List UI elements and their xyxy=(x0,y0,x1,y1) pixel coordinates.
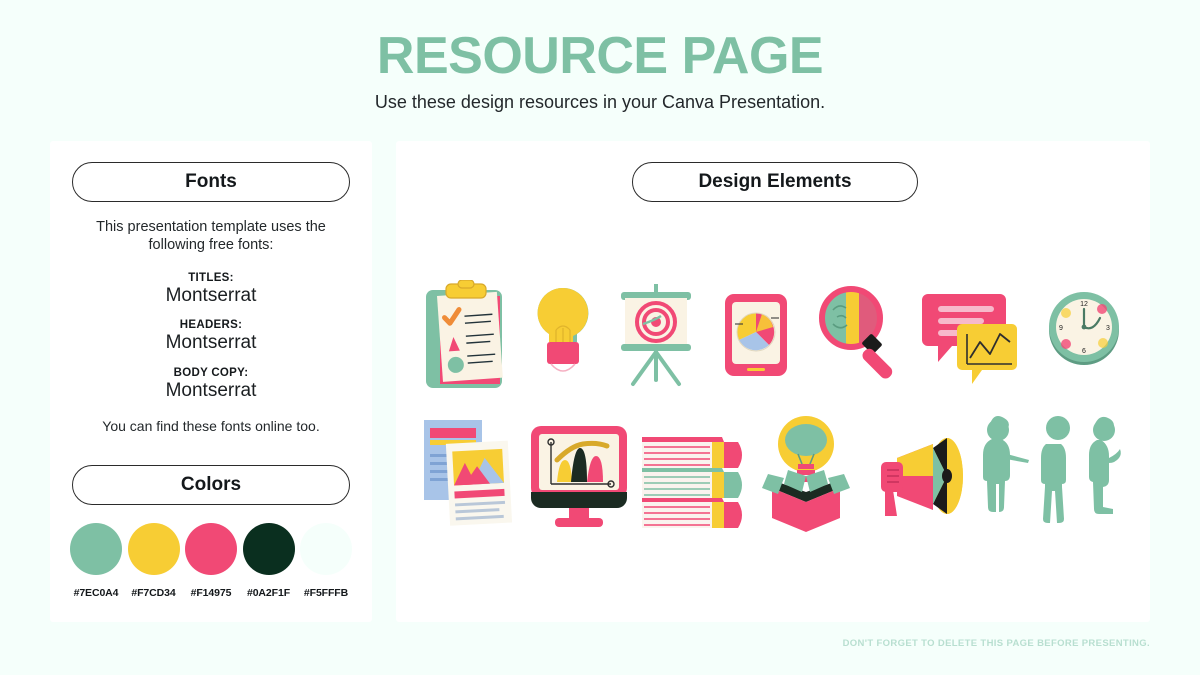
font-row-value: Montserrat xyxy=(165,380,257,401)
color-swatch-item: #F14975 xyxy=(185,523,237,599)
megaphone-icon[interactable] xyxy=(867,414,971,532)
design-elements-row-2 xyxy=(420,407,1126,532)
stacked-books-icon[interactable] xyxy=(638,414,744,532)
fonts-section-header: Fonts xyxy=(72,162,350,202)
svg-text:6: 6 xyxy=(1082,348,1086,355)
people-silhouettes-icon[interactable] xyxy=(976,414,1126,532)
color-swatch-item: #F7CD34 xyxy=(127,523,180,599)
color-hex-label: #F14975 xyxy=(190,587,232,599)
clipboard-checklist-icon[interactable] xyxy=(420,280,512,392)
fonts-intro-text: This presentation template uses the foll… xyxy=(96,219,326,254)
color-hex-label: #0A2F1F xyxy=(246,587,291,599)
tablet-pie-chart-icon[interactable] xyxy=(719,280,793,392)
font-row-value: Montserrat xyxy=(165,285,257,306)
color-swatch-item: #0A2F1F xyxy=(242,523,295,599)
monitor-chart-icon[interactable] xyxy=(525,414,633,532)
fonts-section-label: Fonts xyxy=(185,171,237,192)
yellow-swatch-dot xyxy=(127,523,180,575)
fonts-outro-text: You can find these fonts online too. xyxy=(102,418,320,434)
color-hex-label: #F5FFFB xyxy=(303,587,349,599)
design-elements-row-1: 12 3 6 9 xyxy=(420,272,1126,392)
font-row-label: BODY COPY: xyxy=(173,367,249,379)
font-row-body-copy: BODY COPY: Montserrat xyxy=(66,367,356,402)
page-title: RESOURCE PAGE xyxy=(376,27,824,85)
fonts-and-colors-panel: Fonts This presentation template uses th… xyxy=(50,141,372,622)
lightbulb-in-box-icon[interactable] xyxy=(750,414,862,532)
font-row-label: HEADERS: xyxy=(179,319,243,331)
colors-section-header: Colors xyxy=(72,465,350,505)
mint-green-swatch-dot xyxy=(70,523,122,575)
pink-swatch-dot xyxy=(185,523,237,575)
font-row-label: TITLES: xyxy=(188,272,234,284)
clock-icon[interactable]: 12 3 6 9 xyxy=(1042,280,1126,392)
font-row-value: Montserrat xyxy=(165,332,257,353)
page-subtitle: Use these design resources in your Canva… xyxy=(374,92,826,112)
magnifier-brain-icon[interactable] xyxy=(813,280,903,392)
target-presentation-board-icon[interactable] xyxy=(613,280,699,392)
svg-text:9: 9 xyxy=(1059,325,1063,332)
svg-text:12: 12 xyxy=(1080,301,1088,308)
color-swatch-list: #7EC0A4 #F7CD34 #F14975 #0A2F1F #F5FFFB xyxy=(70,523,352,599)
design-elements-label: Design Elements xyxy=(698,171,852,192)
off-white-swatch-dot xyxy=(300,523,352,575)
documents-report-icon[interactable] xyxy=(420,414,520,532)
dark-green-swatch-dot xyxy=(242,523,295,575)
font-row-headers: HEADERS: Montserrat xyxy=(66,319,356,354)
svg-text:3: 3 xyxy=(1106,325,1110,332)
color-hex-label: #F7CD34 xyxy=(131,587,176,599)
speech-bubbles-chart-icon[interactable] xyxy=(922,280,1022,392)
lightbulb-icon[interactable] xyxy=(532,280,594,392)
font-row-titles: TITLES: Montserrat xyxy=(66,272,356,307)
slide-canvas: RESOURCE PAGE Use these design resources… xyxy=(0,0,1200,675)
color-swatch-item: #F5FFFB xyxy=(300,523,352,599)
footer-reminder-text: DON'T FORGET TO DELETE THIS PAGE BEFORE … xyxy=(842,638,1150,649)
color-hex-label: #7EC0A4 xyxy=(73,587,119,599)
colors-section-label: Colors xyxy=(180,474,242,495)
design-elements-header: Design Elements xyxy=(632,162,918,202)
color-swatch-item: #7EC0A4 xyxy=(70,523,122,599)
design-elements-panel: Design Elements 12 3 6 9 xyxy=(396,141,1150,622)
